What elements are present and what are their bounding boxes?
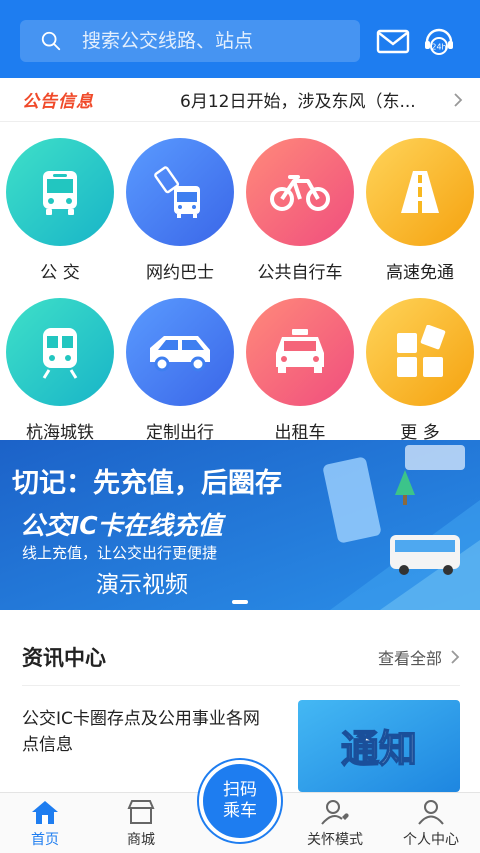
news-view-all-label: 查看全部	[377, 648, 442, 668]
grid-item-bus[interactable]: 公 交	[0, 138, 120, 283]
phone-bus-icon	[126, 138, 234, 246]
grid-item-custom-trip[interactable]: 定制出行	[120, 298, 240, 443]
van-icon	[126, 298, 234, 406]
nav-label: 商城	[127, 832, 155, 848]
news-title: 资讯中心	[22, 645, 106, 670]
grid-label: 高速免通	[386, 263, 454, 283]
shop-icon	[127, 800, 155, 824]
banner-line1: 切记：先充值，后圈存	[12, 467, 282, 499]
banner-line2: 公交IC卡在线充值	[20, 511, 227, 540]
bicycle-icon	[246, 138, 354, 246]
grid-item-more[interactable]: 更 多	[360, 298, 480, 443]
nav-home[interactable]: 首页	[0, 799, 90, 849]
nav-user-center[interactable]: 个人中心	[386, 799, 476, 849]
grid-label: 网约巴士	[146, 263, 214, 283]
grid-label: 公共自行车	[257, 263, 343, 283]
scan-ride-button[interactable]: 扫码 乘车	[199, 760, 281, 842]
search-input[interactable]	[82, 30, 322, 52]
nav-care-mode[interactable]: 关怀模式	[290, 799, 380, 849]
nav-label: 首页	[31, 832, 59, 848]
mail-icon[interactable]	[376, 24, 410, 58]
news-thumb-text: 通知	[341, 727, 417, 771]
scan-label-line2: 乘车	[223, 801, 257, 821]
news-item-thumbnail[interactable]: 通知	[298, 700, 460, 792]
grid-label: 公 交	[40, 263, 80, 283]
notice-tag: 公告信息	[22, 92, 94, 112]
app-root: 24h 公告信息 6月12日开始，涉及东风（东...	[0, 0, 480, 853]
grid-item-taxi[interactable]: 出租车	[240, 298, 360, 443]
scan-label-line1: 扫码	[223, 780, 257, 800]
nav-label: 个人中心	[403, 832, 459, 848]
banner-line3: 线上充值，让公交出行更便捷	[22, 544, 217, 562]
chevron-right-icon	[451, 649, 460, 664]
news-item-title[interactable]: 公交IC卡圈存点及公用事业各网点信息	[22, 706, 272, 758]
nav-shop[interactable]: 商城	[96, 799, 186, 849]
grid-item-train[interactable]: 杭海城铁	[0, 298, 120, 443]
promo-banner[interactable]: 切记：先充值，后圈存 公交IC卡在线充值 线上充值，让公交出行更便捷 演示视频	[0, 440, 480, 610]
news-header: 资讯中心 查看全部	[22, 628, 460, 686]
home-icon	[32, 801, 58, 824]
user-center-icon	[418, 800, 444, 825]
more-grid-icon	[366, 298, 474, 406]
chevron-right-icon	[454, 92, 463, 107]
nav-label: 关怀模式	[307, 832, 363, 848]
grid-item-online-bus[interactable]: 网约巴士	[120, 138, 240, 283]
search-bar[interactable]	[20, 20, 360, 62]
highway-icon	[366, 138, 474, 246]
taxi-icon	[246, 298, 354, 406]
notice-bar[interactable]: 公告信息 6月12日开始，涉及东风（东...	[0, 78, 480, 122]
customer-service-24h-icon[interactable]: 24h	[422, 24, 456, 58]
care-mode-icon	[321, 800, 349, 825]
service-badge-text: 24h	[431, 43, 446, 52]
top-header: 24h	[0, 0, 480, 78]
news-view-all-button[interactable]: 查看全部	[378, 645, 460, 669]
banner-line4: 演示视频	[96, 572, 188, 598]
search-icon	[41, 31, 61, 51]
grid-item-bicycle[interactable]: 公共自行车	[240, 138, 360, 283]
bus-icon	[6, 138, 114, 246]
grid-item-highway[interactable]: 高速免通	[360, 138, 480, 283]
train-icon	[6, 298, 114, 406]
notice-text[interactable]: 6月12日开始，涉及东风（东...	[180, 87, 440, 112]
